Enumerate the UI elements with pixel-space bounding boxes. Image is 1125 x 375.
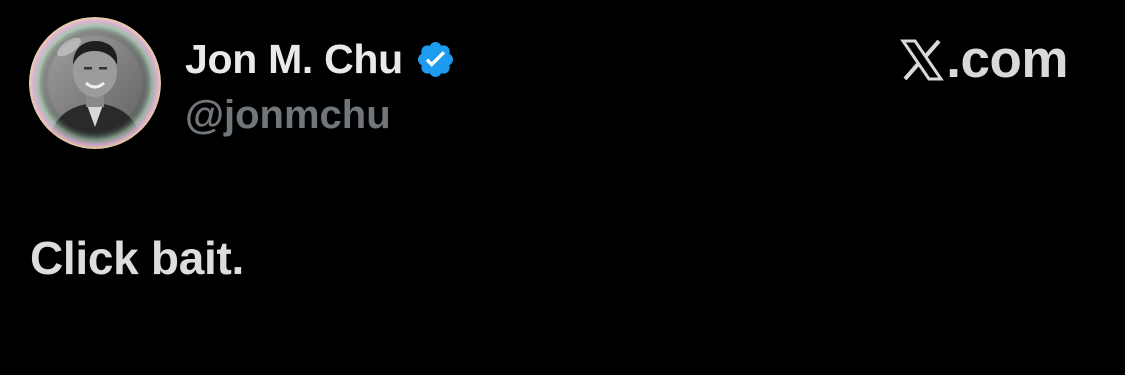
x-logo-icon [900,38,945,82]
brand-watermark: .com [900,30,1068,90]
tweet-header: Jon M. Chu @jonmchu [185,34,456,137]
avatar[interactable] [29,17,161,149]
name-row: Jon M. Chu [185,34,456,84]
user-handle[interactable]: @jonmchu [185,92,456,138]
tweet-card: Jon M. Chu @jonmchu .com Click bait. [0,0,1125,375]
brand-label: .com [946,30,1068,89]
display-name[interactable]: Jon M. Chu [185,34,403,84]
verified-badge-icon [415,39,456,80]
tweet-text: Click bait. [30,232,244,284]
avatar-image [29,17,161,149]
